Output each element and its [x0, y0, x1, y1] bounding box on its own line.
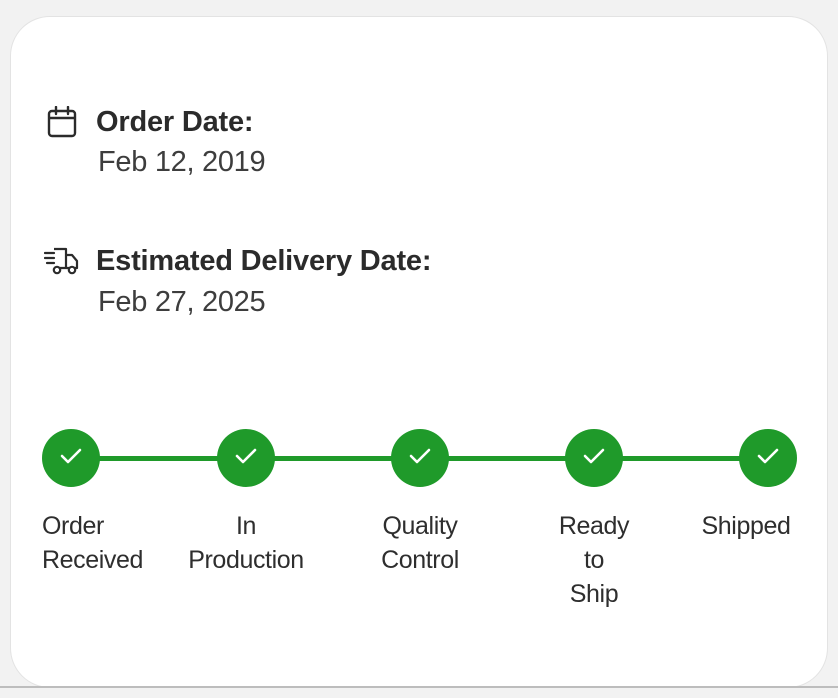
step-label-shipped: Shipped: [701, 512, 791, 540]
step-in-production-marker: [217, 429, 275, 487]
step-label-quality-control: Quality Control: [381, 512, 459, 574]
step-label-in-production: In Production: [188, 512, 304, 574]
step-ready-to-ship-marker: [565, 429, 623, 487]
step-shipped-marker: [739, 429, 797, 487]
check-icon: [757, 447, 779, 470]
check-icon: [235, 447, 257, 470]
step-quality-control-marker: [391, 429, 449, 487]
check-icon: [583, 447, 605, 470]
check-icon: [60, 447, 82, 470]
check-icon: [409, 447, 431, 470]
step-label-ready-to-ship: Ready to Ship: [558, 512, 630, 608]
step-order-received-marker: [42, 429, 100, 487]
step-label-order-received: Order Received: [42, 512, 144, 574]
progress-tracker: Order Received In Production Quality Con…: [0, 0, 838, 698]
